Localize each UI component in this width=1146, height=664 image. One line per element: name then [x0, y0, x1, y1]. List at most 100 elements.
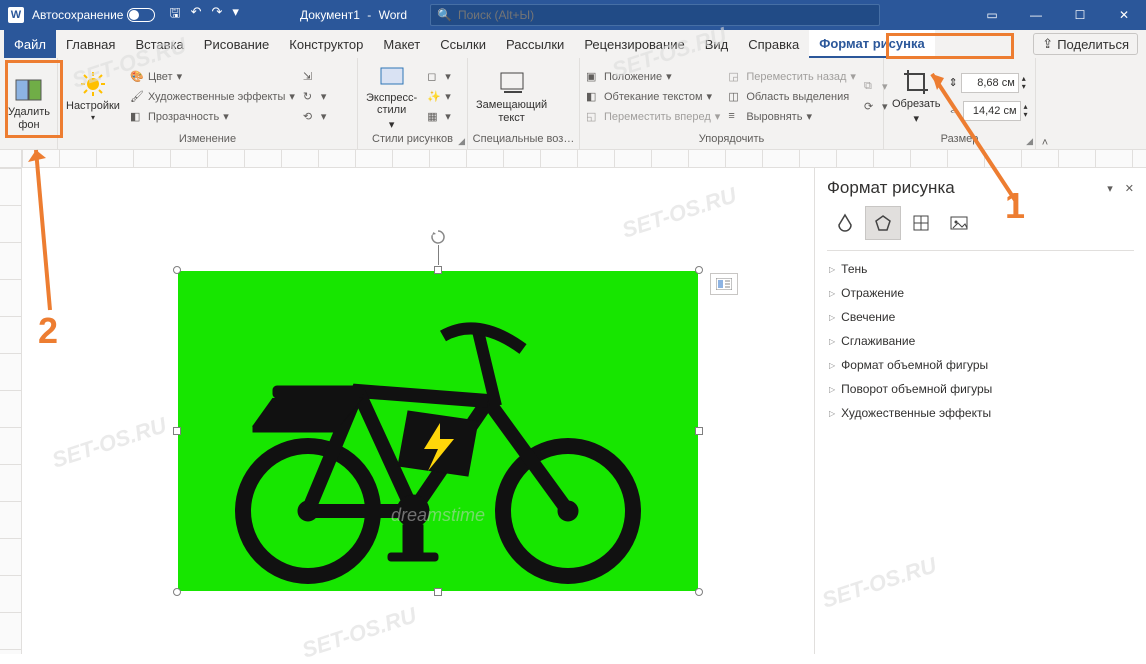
- ribbon-tabs: Файл Главная Вставка Рисование Конструкт…: [0, 30, 1146, 58]
- selection-pane-button[interactable]: ◫Область выделения: [726, 89, 858, 105]
- reset-icon: ⟲: [303, 110, 317, 124]
- layout-props-tab[interactable]: [903, 206, 939, 240]
- maximize-icon[interactable]: ☐: [1058, 0, 1102, 30]
- minimize-icon[interactable]: —: [1014, 0, 1058, 30]
- tab-help[interactable]: Справка: [738, 30, 809, 58]
- rotation-handle-icon[interactable]: [430, 229, 446, 245]
- tab-mailings[interactable]: Рассылки: [496, 30, 574, 58]
- tab-insert[interactable]: Вставка: [125, 30, 193, 58]
- bring-forward-button[interactable]: ◱Переместить вперед ▾: [584, 109, 722, 125]
- picture-border-button[interactable]: ◻▾: [425, 69, 453, 85]
- selected-picture[interactable]: dreamstime: [178, 271, 698, 591]
- document-canvas[interactable]: dreamstime: [22, 168, 814, 654]
- effects-tab[interactable]: [865, 206, 901, 240]
- effects-icon: ✨: [427, 90, 441, 104]
- title-bar: W Автосохранение 🖫 ↶ ↷ ▾ Документ1 - Wor…: [0, 0, 1146, 30]
- sidepane-item-glow[interactable]: Свечение: [827, 305, 1134, 329]
- ribbon-options-icon[interactable]: ▭: [970, 0, 1014, 30]
- change-picture-icon: ↻: [303, 90, 317, 104]
- tab-review[interactable]: Рецензирование: [574, 30, 694, 58]
- styles-dialog-launcher[interactable]: ◢: [458, 136, 465, 147]
- resize-handle[interactable]: [434, 588, 442, 596]
- transparency-button[interactable]: ◧Прозрачность ▾: [128, 109, 297, 125]
- picture-tab[interactable]: [941, 206, 977, 240]
- layout-options-flyout[interactable]: [710, 273, 738, 295]
- resize-handle[interactable]: [173, 266, 181, 274]
- format-picture-pane: Формат рисунка ▾ ✕ Тень Отражение Свечен…: [814, 168, 1146, 654]
- sidepane-item-reflection[interactable]: Отражение: [827, 281, 1134, 305]
- autosave-label: Автосохранение: [32, 8, 123, 22]
- group-icon: ⧉: [864, 80, 878, 94]
- sidepane-item-softedges[interactable]: Сглаживание: [827, 329, 1134, 353]
- backward-icon: ◲: [728, 70, 742, 84]
- resize-handle[interactable]: [173, 588, 181, 596]
- position-button[interactable]: ▣Положение ▾: [584, 69, 722, 85]
- undo-icon[interactable]: ↶: [191, 4, 202, 26]
- tab-design[interactable]: Конструктор: [279, 30, 373, 58]
- resize-handle[interactable]: [434, 266, 442, 274]
- reset-picture-button[interactable]: ⟲ ▾: [301, 109, 329, 125]
- tab-file[interactable]: Файл: [4, 30, 56, 58]
- color-button[interactable]: 🎨Цвет ▾: [128, 69, 297, 85]
- layout-icon: ▦: [427, 110, 441, 124]
- tab-draw[interactable]: Рисование: [194, 30, 279, 58]
- sidepane-item-artistic[interactable]: Художественные эффекты: [827, 401, 1134, 425]
- vertical-ruler[interactable]: [0, 168, 22, 654]
- rotate-icon: ⟳: [864, 100, 878, 114]
- save-icon[interactable]: 🖫: [169, 4, 180, 26]
- brush-icon: 🖌: [130, 90, 144, 104]
- window-controls: ▭ — ☐ ✕: [970, 0, 1146, 30]
- tab-picture-format[interactable]: Формат рисунка: [809, 30, 934, 58]
- picture-effects-button[interactable]: ✨▾: [425, 89, 453, 105]
- close-icon[interactable]: ✕: [1102, 0, 1146, 30]
- remove-background-button[interactable]: Удалить фон: [4, 60, 54, 147]
- redo-icon[interactable]: ↷: [211, 4, 222, 26]
- position-icon: ▣: [586, 70, 600, 84]
- align-icon: ≡: [728, 110, 742, 124]
- search-input[interactable]: [458, 8, 873, 22]
- resize-handle[interactable]: [695, 427, 703, 435]
- tab-references[interactable]: Ссылки: [430, 30, 496, 58]
- resize-handle[interactable]: [173, 427, 181, 435]
- sidepane-item-3drotation[interactable]: Поворот объемной фигуры: [827, 377, 1134, 401]
- autosave-toggle[interactable]: Автосохранение: [32, 8, 155, 22]
- tab-view[interactable]: Вид: [695, 30, 739, 58]
- resize-handle[interactable]: [695, 588, 703, 596]
- search-box[interactable]: 🔍: [430, 4, 880, 26]
- qat-dropdown-icon[interactable]: ▾: [232, 4, 239, 26]
- corrections-button[interactable]: Настройки▾: [62, 60, 124, 133]
- quick-access-toolbar: 🖫 ↶ ↷ ▾: [169, 4, 238, 26]
- fill-line-tab[interactable]: [827, 206, 863, 240]
- pane-options-icon[interactable]: ▾: [1107, 182, 1113, 195]
- group-arrange-label: Упорядочить: [584, 133, 879, 147]
- align-button[interactable]: ≡Выровнять ▾: [726, 109, 858, 125]
- sidepane-item-shadow[interactable]: Тень: [827, 257, 1134, 281]
- transparency-icon: ◧: [130, 110, 144, 124]
- annotation-arrow-2: [20, 140, 80, 320]
- artistic-effects-button[interactable]: 🖌Художественные эффекты ▾: [128, 89, 297, 105]
- alt-text-icon: [498, 69, 526, 97]
- sidepane-item-3dformat[interactable]: Формат объемной фигуры: [827, 353, 1134, 377]
- word-app-icon: W: [8, 7, 24, 23]
- palette-icon: 🎨: [130, 70, 144, 84]
- forward-icon: ◱: [586, 110, 600, 124]
- brightness-icon: [79, 70, 107, 98]
- tab-home[interactable]: Главная: [56, 30, 125, 58]
- quick-styles-button[interactable]: Экспресс- стили ▾: [362, 60, 421, 133]
- change-picture-button[interactable]: ↻ ▾: [301, 89, 329, 105]
- annotation-number-2: 2: [38, 310, 58, 352]
- picture-layout-button[interactable]: ▦▾: [425, 109, 453, 125]
- resize-handle[interactable]: [695, 266, 703, 274]
- alt-text-button[interactable]: Замещающий текст: [472, 60, 551, 133]
- autosave-switch-icon[interactable]: [127, 8, 155, 22]
- pane-close-icon[interactable]: ✕: [1125, 182, 1134, 195]
- wrap-icon: ◧: [586, 90, 600, 104]
- send-backward-button[interactable]: ◲Переместить назад ▾: [726, 69, 858, 85]
- share-button[interactable]: ⇪ Поделиться: [1033, 33, 1138, 55]
- svg-text:dreamstime: dreamstime: [391, 505, 485, 525]
- bicycle-image: dreamstime: [178, 271, 698, 591]
- collapse-ribbon-icon[interactable]: ˄: [1042, 137, 1048, 149]
- wrap-text-button[interactable]: ◧Обтекание текстом ▾: [584, 89, 722, 105]
- compress-pictures-button[interactable]: ⇲: [301, 69, 329, 85]
- tab-layout[interactable]: Макет: [373, 30, 430, 58]
